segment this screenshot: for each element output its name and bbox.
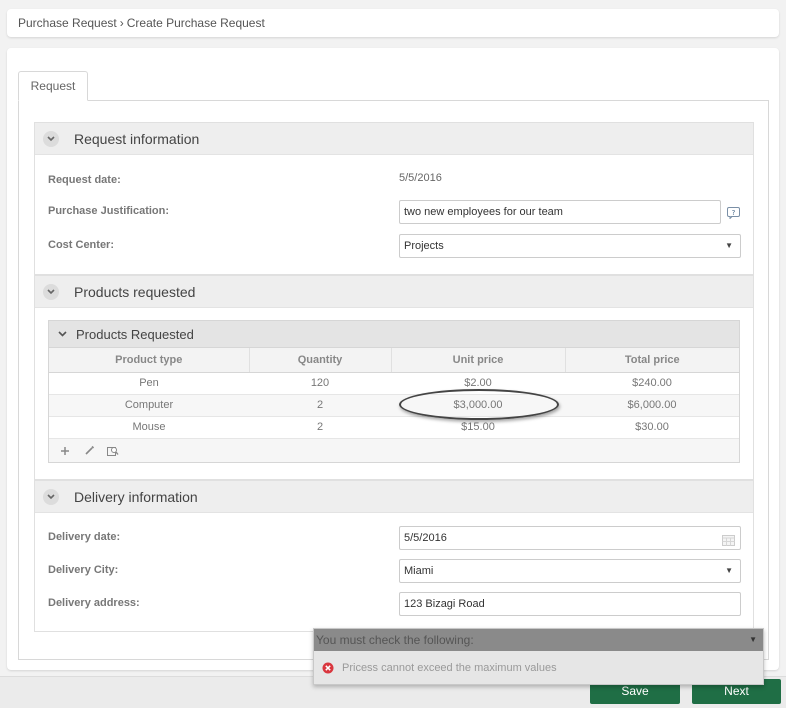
column-header-product-type[interactable]: Product type xyxy=(49,348,250,373)
column-header-quantity[interactable]: Quantity xyxy=(249,348,392,373)
caret-down-icon[interactable]: ▼ xyxy=(725,560,733,582)
breadcrumb: Purchase Request › Create Purchase Request xyxy=(7,9,779,37)
calendar-icon[interactable] xyxy=(722,532,735,554)
table-row[interactable]: Mouse 2 $15.00 $30.00 xyxy=(49,416,739,439)
delivery-address-row: Delivery address: 123 Bizagi Road xyxy=(35,592,753,616)
delivery-date-label: Delivery date: xyxy=(48,531,121,543)
request-date-value: 5/5/2016 xyxy=(399,172,442,184)
delivery-information-header[interactable]: Delivery information xyxy=(35,481,753,513)
help-icon[interactable]: ? xyxy=(727,206,740,224)
cell-quantity: 120 xyxy=(249,372,391,395)
svg-text:?: ? xyxy=(732,209,736,217)
cell-quantity: 2 xyxy=(249,416,391,439)
section-title: Request information xyxy=(74,130,200,147)
cost-center-select[interactable]: Projects ▼ xyxy=(399,234,741,258)
error-icon xyxy=(322,662,334,674)
breadcrumb-current: Create Purchase Request xyxy=(126,16,265,30)
delivery-date-value: 5/5/2016 xyxy=(404,532,447,544)
cell-unit-price: $15.00 xyxy=(391,416,565,439)
validation-panel: You must check the following: ▼ Pricess … xyxy=(313,628,764,685)
chevron-down-icon[interactable] xyxy=(43,130,59,147)
delivery-city-value: Miami xyxy=(404,565,434,577)
cell-unit-price: $3,000.00 xyxy=(391,394,565,417)
cell-unit-price: $2.00 xyxy=(391,372,565,395)
caret-down-icon[interactable]: ▼ xyxy=(725,235,733,257)
delivery-date-input[interactable]: 5/5/2016 xyxy=(399,526,741,550)
validation-message-row: Pricess cannot exceed the maximum values xyxy=(314,651,763,685)
justification-row: Purchase Justification: two new employee… xyxy=(35,200,753,224)
chevron-down-icon[interactable] xyxy=(58,331,68,337)
chevron-down-icon[interactable] xyxy=(43,488,59,505)
cost-center-label: Cost Center: xyxy=(48,239,115,251)
validation-message: Pricess cannot exceed the maximum values xyxy=(342,662,557,674)
delivery-address-label: Delivery address: xyxy=(48,597,140,609)
form-container: Request Request information Request date… xyxy=(7,48,779,670)
cell-total-price: $240.00 xyxy=(565,372,739,395)
cell-product-type: Computer xyxy=(49,394,249,417)
validation-title: You must check the following: xyxy=(316,633,474,647)
section-title: Delivery information xyxy=(74,488,198,505)
request-information-section: Request information Request date: 5/5/20… xyxy=(34,122,754,275)
cell-quantity: 2 xyxy=(249,394,391,417)
products-grid-header[interactable]: Products Requested xyxy=(49,321,739,348)
add-icon[interactable] xyxy=(59,445,71,457)
breadcrumb-parent[interactable]: Purchase Request xyxy=(18,16,117,30)
products-requested-header[interactable]: Products requested xyxy=(35,276,753,308)
justification-input[interactable]: two new employees for our team xyxy=(399,200,721,224)
request-information-header[interactable]: Request information xyxy=(35,123,753,155)
table-row[interactable]: Computer 2 $3,000.00 $6,000.00 xyxy=(49,394,739,417)
table-header-row: Product type Quantity Unit price Total p… xyxy=(49,348,739,373)
products-table: Product type Quantity Unit price Total p… xyxy=(49,348,739,439)
cost-center-value: Projects xyxy=(404,240,444,252)
validation-header[interactable]: You must check the following: ▼ xyxy=(314,629,763,651)
section-title: Products requested xyxy=(74,283,196,300)
delivery-city-select[interactable]: Miami ▼ xyxy=(399,559,741,583)
justification-label: Purchase Justification: xyxy=(48,205,170,217)
delivery-address-input[interactable]: 123 Bizagi Road xyxy=(399,592,741,616)
cell-product-type: Mouse xyxy=(49,416,249,439)
cell-total-price: $30.00 xyxy=(565,416,739,439)
column-header-total-price[interactable]: Total price xyxy=(565,348,739,373)
delivery-city-row: Delivery City: Miami ▼ xyxy=(35,559,753,583)
products-grid: Products Requested Product type Quantity… xyxy=(48,320,740,463)
cell-total-price: $6,000.00 xyxy=(565,394,739,417)
chevron-down-icon[interactable] xyxy=(43,283,59,300)
cell-product-type: Pen xyxy=(49,372,249,395)
detail-icon[interactable] xyxy=(107,445,119,457)
edit-icon[interactable] xyxy=(83,445,95,457)
tab-panel-request: Request information Request date: 5/5/20… xyxy=(18,100,769,660)
grid-toolbar xyxy=(49,439,739,463)
delivery-information-section: Delivery information Delivery date: 5/5/… xyxy=(34,480,754,632)
delivery-city-label: Delivery City: xyxy=(48,564,119,576)
delivery-date-row: Delivery date: 5/5/2016 xyxy=(35,526,753,550)
column-header-unit-price[interactable]: Unit price xyxy=(391,348,566,373)
request-date-row: Request date: 5/5/2016 xyxy=(35,169,753,193)
table-row[interactable]: Pen 120 $2.00 $240.00 xyxy=(49,372,739,395)
tab-request[interactable]: Request xyxy=(18,71,88,101)
products-grid-title: Products Requested xyxy=(76,326,194,342)
cost-center-row: Cost Center: Projects ▼ xyxy=(35,234,753,258)
request-date-label: Request date: xyxy=(48,174,121,186)
breadcrumb-separator: › xyxy=(119,16,124,30)
caret-down-icon[interactable]: ▼ xyxy=(749,629,757,651)
products-requested-section: Products requested Products Requested Pr… xyxy=(34,275,754,480)
